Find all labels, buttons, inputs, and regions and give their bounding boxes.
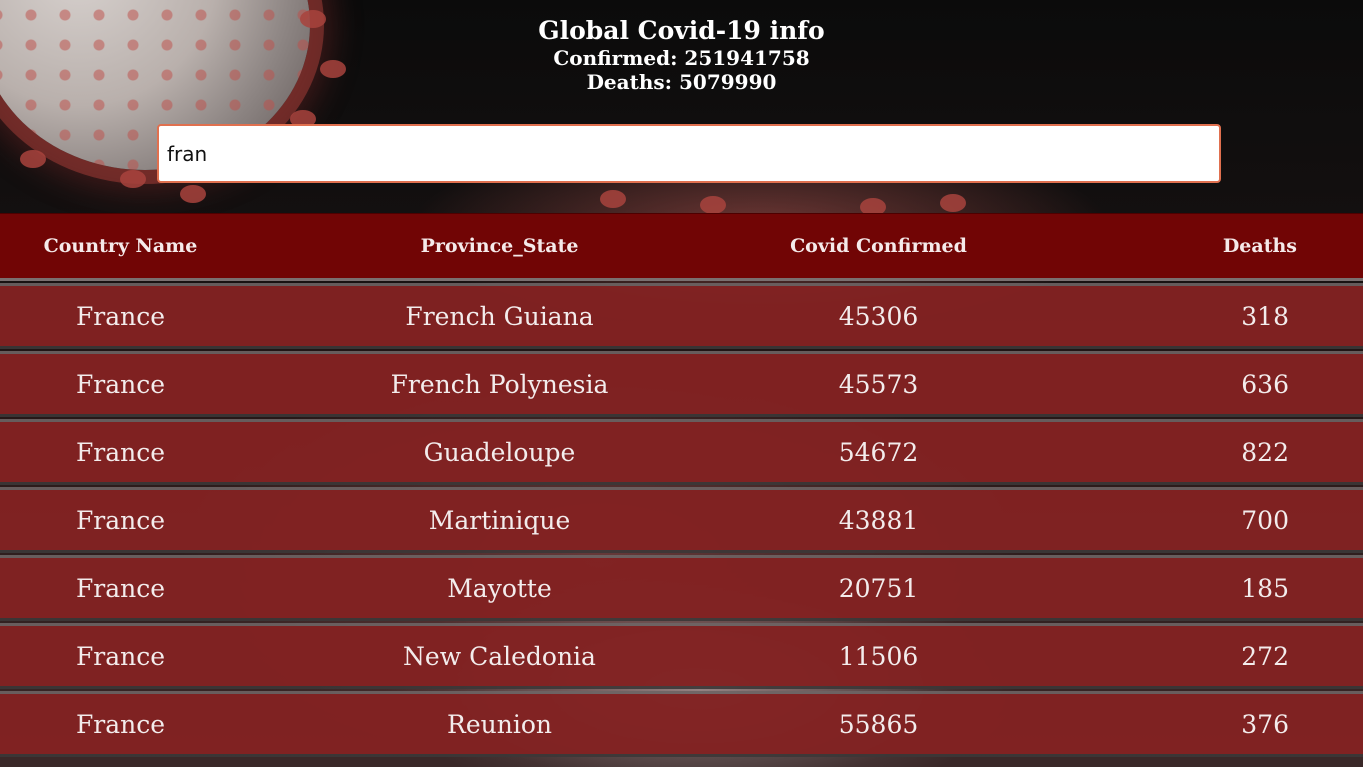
- cell-deaths: 636: [1241, 369, 1289, 399]
- cell-confirmed: 20751: [838, 573, 919, 603]
- cell-confirmed: 11506: [838, 641, 919, 671]
- virus-spike: [120, 170, 146, 188]
- table-row: France French Polynesia 45573 636: [0, 354, 1363, 414]
- table-row: France French Guiana 45306 318: [0, 286, 1363, 346]
- column-header-deaths[interactable]: Deaths: [999, 214, 1363, 278]
- cell-country: France: [75, 301, 166, 331]
- cell-deaths: 822: [1241, 437, 1289, 467]
- table-header-row: Country Name Province_State Covid Confir…: [0, 213, 1363, 278]
- cell-province: Guadeloupe: [423, 437, 576, 467]
- cell-country: France: [75, 641, 166, 671]
- table-row: France Martinique 43881 700: [0, 490, 1363, 550]
- column-header-country[interactable]: Country Name: [0, 214, 241, 278]
- search-input[interactable]: [157, 124, 1221, 183]
- cell-deaths: 185: [1241, 573, 1289, 603]
- table-row: France Reunion 55865 376: [0, 694, 1363, 754]
- cell-deaths: 272: [1241, 641, 1289, 671]
- confirmed-total: Confirmed: 251941758: [553, 46, 810, 70]
- table-row: France New Caledonia 11506 272: [0, 626, 1363, 686]
- cell-province: French Polynesia: [390, 369, 609, 399]
- virus-spike: [180, 185, 206, 203]
- search-container: [157, 124, 1221, 183]
- cell-country: France: [75, 437, 166, 467]
- page-header: Global Covid-19 info Confirmed: 25194175…: [0, 0, 1363, 96]
- virus-spike: [600, 190, 626, 208]
- cell-province: French Guiana: [405, 301, 594, 331]
- page-title: Global Covid-19 info: [538, 16, 825, 45]
- cell-deaths: 700: [1241, 505, 1289, 535]
- cell-country: France: [75, 369, 166, 399]
- cell-province: Mayotte: [447, 573, 552, 603]
- virus-spike: [20, 150, 46, 168]
- virus-spike: [940, 194, 966, 212]
- deaths-total: Deaths: 5079990: [586, 70, 777, 94]
- cell-province: Martinique: [428, 505, 571, 535]
- cell-confirmed: 45573: [838, 369, 919, 399]
- cell-confirmed: 45306: [838, 301, 919, 331]
- cell-country: France: [75, 505, 166, 535]
- column-header-confirmed[interactable]: Covid Confirmed: [758, 214, 999, 278]
- cell-country: France: [75, 709, 166, 739]
- table-row: France Mayotte 20751 185: [0, 558, 1363, 618]
- cell-country: France: [75, 573, 166, 603]
- cell-deaths: 376: [1241, 709, 1289, 739]
- cell-deaths: 318: [1241, 301, 1289, 331]
- covid-table: Country Name Province_State Covid Confir…: [0, 213, 1363, 754]
- table-row: France Guadeloupe 54672 822: [0, 422, 1363, 482]
- cell-confirmed: 54672: [838, 437, 919, 467]
- cell-confirmed: 43881: [838, 505, 919, 535]
- cell-province: Reunion: [447, 709, 552, 739]
- cell-province: New Caledonia: [403, 641, 596, 671]
- column-header-province[interactable]: Province_State: [241, 214, 758, 278]
- virus-spike: [700, 196, 726, 214]
- cell-confirmed: 55865: [838, 709, 919, 739]
